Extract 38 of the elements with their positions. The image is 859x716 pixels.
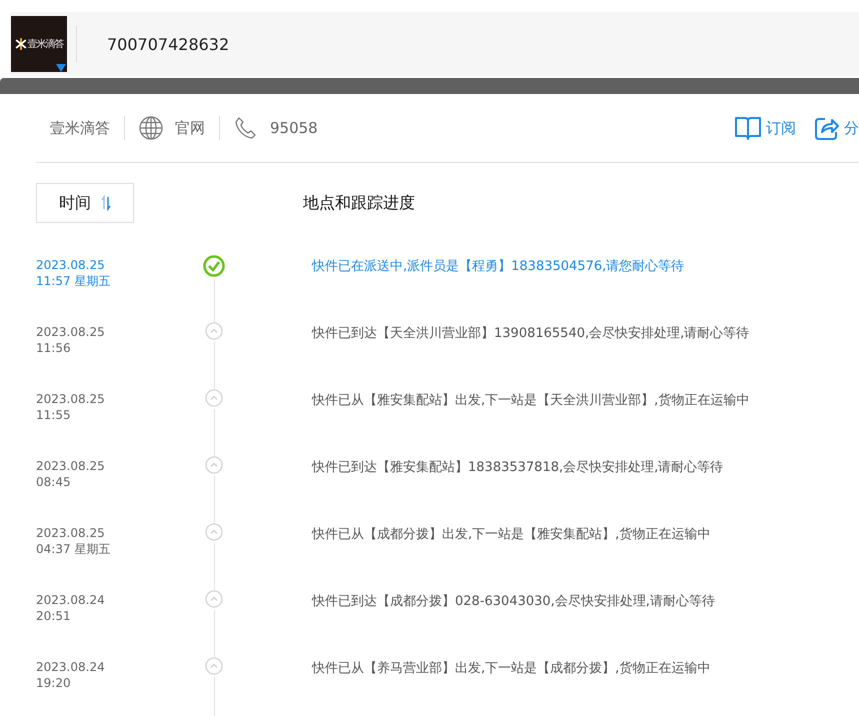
website-link[interactable]: 官网	[139, 116, 205, 140]
phone-icon	[234, 116, 258, 140]
event-time: 19:20	[36, 675, 72, 691]
column-heading: 地点和跟踪进度	[303, 192, 415, 214]
share-link[interactable]: 分	[814, 115, 859, 141]
event-description: 快件已从【成都分拨】出发,下一站是【雅安集配站】,货物正在运输中	[312, 526, 710, 544]
event-time: 20:51	[36, 608, 72, 624]
event-date: 2023.08.24	[36, 659, 106, 675]
event-time: 08:45	[36, 474, 72, 490]
book-icon	[734, 115, 762, 141]
sort-by-time-button[interactable]: 时间	[36, 183, 134, 223]
globe-icon	[139, 116, 163, 140]
logo-text: 壹米滴答	[28, 38, 64, 51]
event-description: 快件已到达【天全洪川营业部】13908165540,会尽快安排处理,请耐心等待	[312, 325, 750, 343]
event-time: 11:55	[36, 407, 72, 423]
dropdown-icon	[56, 64, 66, 72]
subscribe-link[interactable]: 订阅	[734, 115, 796, 141]
sort-icon	[101, 195, 111, 211]
company-name: 壹米滴答	[50, 118, 110, 138]
event-time: 04:37 星期五	[36, 541, 112, 557]
share-icon	[814, 115, 840, 141]
event-date: 2023.08.25	[36, 525, 106, 541]
asterisk-icon	[14, 38, 26, 50]
event-description: 快件已到达【成都分拨】028-63043030,会尽快安排处理,请耐心等待	[312, 593, 715, 611]
event-date: 2023.08.25	[36, 257, 106, 273]
phone-link[interactable]: 95058	[234, 116, 318, 140]
event-description: 快件已在派送中,派件员是【程勇】18383504576,请您耐心等待	[312, 258, 684, 276]
event-description: 快件已到达【雅安集配站】18383537818,会尽快安排处理,请耐心等待	[312, 459, 724, 477]
event-description: 快件已从【雅安集配站】出发,下一站是【天全洪川营业部】,货物正在运输中	[312, 392, 750, 410]
event-time: 11:56	[36, 340, 72, 356]
event-date: 2023.08.25	[36, 324, 106, 340]
carrier-selector[interactable]: 壹米滴答	[11, 16, 67, 72]
event-date: 2023.08.24	[36, 592, 106, 608]
event-description: 快件已从【养马营业部】出发,下一站是【成都分拨】,货物正在运输中	[312, 660, 710, 678]
tracking-number-field[interactable]: 700707428632	[107, 34, 407, 54]
event-date: 2023.08.25	[36, 391, 106, 407]
event-time: 11:57 星期五	[36, 273, 112, 289]
event-date: 2023.08.25	[36, 458, 106, 474]
